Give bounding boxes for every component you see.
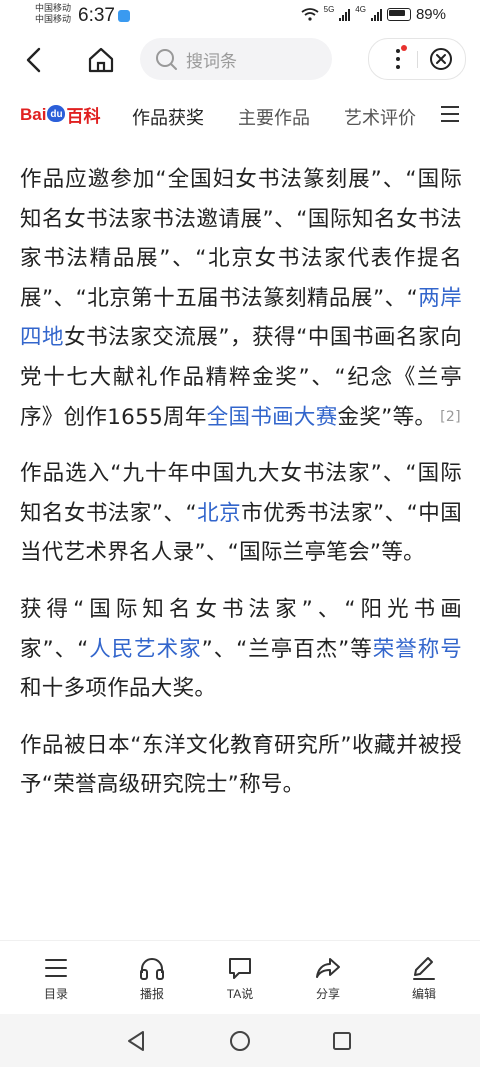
link-people-artist[interactable]: 人民艺术家 bbox=[89, 637, 202, 662]
wifi-icon bbox=[301, 8, 319, 21]
carrier-2: 中国移动 bbox=[35, 15, 72, 25]
chat-bubble-icon bbox=[229, 958, 251, 979]
list-icon bbox=[45, 959, 67, 977]
headphones-icon bbox=[140, 958, 164, 980]
close-icon[interactable] bbox=[429, 47, 453, 71]
toolbar-share-button[interactable]: 分享 bbox=[298, 956, 358, 1002]
signal-icon-2 bbox=[370, 8, 382, 21]
search-icon bbox=[156, 49, 177, 70]
menu-icon[interactable] bbox=[441, 106, 459, 122]
home-icon[interactable] bbox=[86, 46, 116, 74]
carrier-info: 中国移动 中国移动 bbox=[35, 4, 71, 26]
battery-icon bbox=[386, 8, 411, 21]
search-placeholder: 搜词条 bbox=[186, 51, 237, 72]
back-arrow-icon[interactable] bbox=[22, 46, 46, 74]
link-honorary-title[interactable]: 荣誉称号 bbox=[373, 637, 462, 662]
reference-2[interactable]: [2] bbox=[440, 409, 461, 425]
system-back-icon[interactable] bbox=[126, 1030, 146, 1052]
article-body: 作品应邀参加“全国妇女书法篆刻展”、“国际知名女书法家书法邀请展”、“国际知名女… bbox=[20, 160, 462, 822]
notification-dot bbox=[401, 45, 407, 51]
toolbar-edit-button[interactable]: 编辑 bbox=[394, 956, 454, 1002]
network-4g-label: 4G bbox=[355, 5, 366, 14]
carrier-1: 中国移动 bbox=[35, 4, 72, 14]
toolbar-listen-button[interactable]: 播报 bbox=[122, 956, 182, 1002]
battery-percent: 89% bbox=[415, 6, 446, 23]
toolbar-ta-says-button[interactable]: TA说 bbox=[210, 956, 270, 1002]
capsule-divider bbox=[417, 51, 418, 68]
toolbar-contents-button[interactable]: 目录 bbox=[26, 956, 86, 1002]
system-navigation-bar bbox=[0, 1014, 480, 1067]
signal-icon bbox=[339, 8, 351, 21]
app-notification-icon bbox=[118, 10, 130, 22]
clock: 6:37 bbox=[78, 5, 115, 26]
status-bar: 中国移动 中国移动 6:37 5G 4G 89% bbox=[0, 0, 480, 32]
tab-art-reviews[interactable]: 艺术评价 bbox=[344, 104, 416, 130]
bottom-toolbar: 目录 播报 TA说 分享 编辑 bbox=[0, 940, 480, 1015]
paragraph-exhibitions: 作品应邀参加“全国妇女书法篆刻展”、“国际知名女书法家书法邀请展”、“国际知名女… bbox=[20, 167, 462, 430]
status-icons: 5G 4G 89% bbox=[301, 5, 446, 23]
search-bar[interactable]: 搜词条 bbox=[140, 38, 332, 80]
link-national-painting-contest[interactable]: 全国书画大赛 bbox=[207, 405, 338, 430]
tab-awards[interactable]: 作品获奖 bbox=[132, 104, 204, 130]
paragraph-selections: 作品选入“九十年中国九大女书法家”、“国际知名女书法家”、“北京市优秀书法家”、… bbox=[20, 461, 462, 566]
more-dots-icon[interactable] bbox=[395, 49, 401, 69]
section-tabs: Bai du 百科 作品获奖 主要作品 艺术评价 bbox=[0, 96, 480, 136]
capsule-menu bbox=[368, 38, 466, 80]
network-5g-label: 5G bbox=[323, 5, 335, 14]
pencil-icon bbox=[413, 957, 435, 980]
paragraph-collection: 作品被日本“东洋文化教育研究所”收藏并被授予“荣誉高级研究院士”称号。 bbox=[20, 732, 462, 798]
top-nav: 搜词条 bbox=[0, 36, 480, 84]
system-recents-icon[interactable] bbox=[332, 1031, 352, 1051]
baidu-baike-logo[interactable]: Bai du 百科 bbox=[20, 102, 100, 127]
tab-major-works[interactable]: 主要作品 bbox=[238, 104, 310, 130]
share-arrow-icon bbox=[316, 958, 340, 978]
link-beijing[interactable]: 北京 bbox=[197, 501, 241, 526]
paragraph-honors: 获得“国际知名女书法家”、“阳光书画家”、“人民艺术家”、“兰亭百杰”等荣誉称号… bbox=[20, 596, 463, 702]
system-home-icon[interactable] bbox=[229, 1030, 251, 1052]
